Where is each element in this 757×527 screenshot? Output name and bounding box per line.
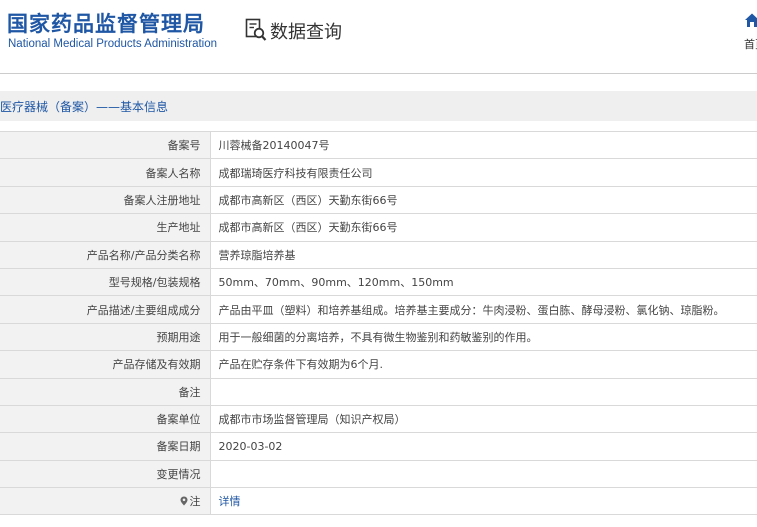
- table-row: 备案人名称 成都瑞琦医疗科技有限责任公司: [0, 158, 757, 187]
- field-label: 备案人名称: [0, 158, 211, 187]
- field-value: [210, 377, 757, 406]
- field-label: 产品名称/产品分类名称: [0, 240, 211, 269]
- field-label: 生产地址: [0, 213, 211, 242]
- field-label: 备案日期: [0, 432, 211, 461]
- field-value: 成都市高新区（西区）天勤东街66号: [210, 185, 757, 215]
- field-value: 产品由平皿（塑料）和培养基组成。培养基主要成分：牛肉浸粉、蛋白胨、酵母浸粉、氯化…: [210, 295, 757, 324]
- field-value: [210, 459, 757, 489]
- table-row-footer: 注 详情: [0, 487, 757, 516]
- field-label: 产品存储及有效期: [0, 350, 211, 379]
- footer-value: 详情: [210, 487, 757, 516]
- field-label: 预期用途: [0, 322, 211, 352]
- pin-icon: [180, 496, 187, 506]
- table-row: 备案单位 成都市市场监督管理局（知识产权局）: [0, 404, 757, 434]
- details-link[interactable]: 详情: [219, 495, 241, 508]
- header-divider: [0, 73, 757, 74]
- home-icon[interactable]: [744, 12, 757, 28]
- breadcrumb: 医疗器械（备案）——基本信息: [0, 100, 169, 114]
- footer-note-label: 注: [0, 487, 211, 516]
- table-row: 变更情况: [0, 459, 757, 489]
- table-row: 预期用途 用于一般细菌的分离培养，不具有微生物鉴别和药敏鉴别的作用。: [0, 322, 757, 352]
- table-row: 备案日期 2020-03-02: [0, 432, 757, 461]
- field-value: 川蓉械备20140047号: [210, 130, 757, 160]
- logo-title-cn[interactable]: 国家药品监督管理局: [7, 8, 205, 38]
- table-row: 生产地址 成都市高新区（西区）天勤东街66号: [0, 213, 757, 242]
- table-row: 产品存储及有效期 产品在贮存条件下有效期为6个月.: [0, 350, 757, 379]
- field-value: 50mm、70mm、90mm、120mm、150mm: [210, 267, 757, 297]
- detail-table: 备案号 川蓉械备20140047号 备案人名称 成都瑞琦医疗科技有限责任公司 备案人注册…: [0, 130, 757, 516]
- field-label: 备注: [0, 377, 211, 406]
- field-label: 变更情况: [0, 459, 211, 489]
- field-label: 型号规格/包装规格: [0, 267, 211, 297]
- field-value: 2020-03-02: [210, 432, 757, 461]
- breadcrumb-bar: 医疗器械（备案）——基本信息: [0, 91, 757, 121]
- table-row: 备注: [0, 377, 757, 406]
- field-value: 产品在贮存条件下有效期为6个月.: [210, 350, 757, 379]
- field-value: 成都瑞琦医疗科技有限责任公司: [210, 158, 757, 187]
- table-row: 备案号 川蓉械备20140047号: [0, 130, 757, 160]
- field-label: 备案人注册地址: [0, 185, 211, 215]
- field-value: 成都市市场监督管理局（知识产权局）: [210, 404, 757, 434]
- field-value: 成都市高新区（西区）天勤东街66号: [210, 213, 757, 242]
- site-header: 国家药品监督管理局 National Medical Products Admi…: [0, 0, 757, 68]
- home-link[interactable]: 首页: [744, 36, 757, 52]
- table-row: 型号规格/包装规格 50mm、70mm、90mm、120mm、150mm: [0, 267, 757, 297]
- data-query-icon: [245, 18, 267, 41]
- field-label: 备案单位: [0, 404, 211, 434]
- field-label: 备案号: [0, 130, 211, 160]
- logo-title-en[interactable]: National Medical Products Administration: [8, 38, 217, 50]
- page-title: 数据查询: [270, 22, 342, 43]
- field-value: 用于一般细菌的分离培养，不具有微生物鉴别和药敏鉴别的作用。: [210, 322, 757, 352]
- table-row: 产品名称/产品分类名称 营养琼脂培养基: [0, 240, 757, 269]
- table-row: 产品描述/主要组成成分 产品由平皿（塑料）和培养基组成。培养基主要成分：牛肉浸粉、…: [0, 295, 757, 324]
- field-value: 营养琼脂培养基: [210, 240, 757, 269]
- footer-note-text: 注: [189, 495, 201, 509]
- field-label: 产品描述/主要组成成分: [0, 295, 211, 324]
- table-row: 备案人注册地址 成都市高新区（西区）天勤东街66号: [0, 185, 757, 215]
